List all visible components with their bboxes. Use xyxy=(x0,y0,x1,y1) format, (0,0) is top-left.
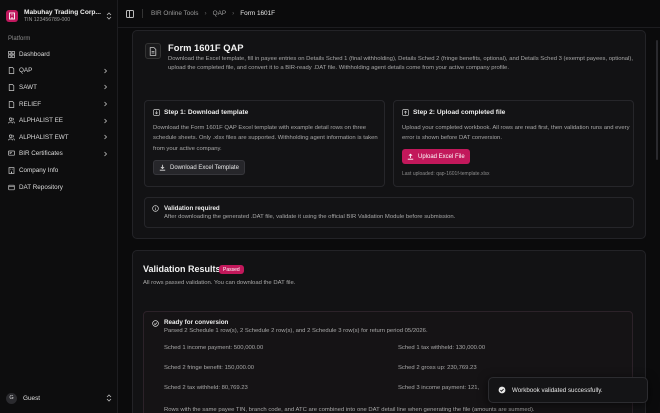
sidebar-item-label: SAWT xyxy=(19,83,37,91)
chevron-right-icon xyxy=(103,134,108,140)
sidebar-item-label: RELIEF xyxy=(19,100,42,108)
sidebar-item-alphalist-ewt[interactable]: ALPHALIST EWT xyxy=(4,129,114,146)
download-icon xyxy=(153,109,160,116)
breadcrumb-current: Form 1601F xyxy=(240,10,276,17)
stat-item: Sched 2 tax withheld: 80,769.23 xyxy=(164,385,248,391)
building-icon xyxy=(6,10,18,22)
sidebar-item-company-info[interactable]: Company Info xyxy=(4,162,114,179)
last-uploaded-text: Last uploaded: qap-1601f-template.xlsx xyxy=(402,171,490,177)
validation-required-description: After downloading the generated .DAT fil… xyxy=(164,214,456,220)
company-name: Mabuhay Trading Corp... xyxy=(24,9,101,16)
sidebar-item-label: BIR Certificates xyxy=(19,150,63,158)
toast-message: Workbook validated successfully. xyxy=(512,386,603,394)
status-badge: Passed xyxy=(219,265,244,274)
document-icon xyxy=(8,84,15,91)
company-tin: TIN 123456789-000 xyxy=(24,17,71,23)
sidebar-item-relief[interactable]: RELIEF xyxy=(4,96,114,113)
sidebar-item-sawt[interactable]: SAWT xyxy=(4,79,114,96)
chevron-updown-icon xyxy=(106,394,112,402)
stat-item: Sched 1 income payment: 500,000.00 xyxy=(164,345,264,351)
breadcrumb-separator-icon: › xyxy=(232,10,235,17)
document-icon xyxy=(8,67,15,75)
chevron-right-icon xyxy=(103,118,108,124)
sidebar-item-label: Company Info xyxy=(19,166,59,174)
sidebar-item-dat-repository[interactable]: DAT Repository xyxy=(4,179,114,196)
sidebar-toggle-icon[interactable] xyxy=(126,9,134,18)
users-icon xyxy=(8,134,15,141)
breadcrumb-item[interactable]: BIR Online Tools xyxy=(151,10,198,17)
sidebar-item-label: DAT Repository xyxy=(19,183,63,191)
scrollbar[interactable] xyxy=(656,40,658,160)
sidebar-item-alphalist-ee[interactable]: ALPHALIST EE xyxy=(4,112,114,129)
stat-item: Sched 2 gross up: 230,769.23 xyxy=(398,365,477,371)
chevron-updown-icon xyxy=(106,12,112,20)
info-icon xyxy=(152,205,159,212)
avatar: G xyxy=(6,392,17,404)
user-name: Guest xyxy=(23,394,41,402)
user-menu[interactable]: G Guest xyxy=(6,391,112,405)
sidebar: Mabuhay Trading Corp... TIN 123456789-00… xyxy=(0,0,118,413)
sidebar-item-label: Dashboard xyxy=(19,50,50,58)
stat-item: Sched 2 fringe benefit: 150,000.00 xyxy=(164,365,255,371)
download-icon xyxy=(159,164,166,171)
top-bar: BIR Online Tools › QAP › Form 1601F xyxy=(118,0,660,28)
sidebar-nav: Dashboard QAP SAWT RELIEF ALPHALIST EE A… xyxy=(4,46,114,195)
chevron-right-icon xyxy=(103,151,108,157)
ready-subtitle: Parsed 2 Schedule 1 row(s), 2 Schedule 2… xyxy=(164,328,428,334)
upload-excel-button[interactable]: Upload Excel File xyxy=(402,149,470,164)
ready-title: Ready for conversion xyxy=(164,319,229,326)
toast-notification: Workbook validated successfully. xyxy=(488,377,648,403)
step1-card: Step 1: Download template Download the F… xyxy=(144,100,385,187)
divider xyxy=(142,9,143,18)
page-description: Download the Excel template, fill in pay… xyxy=(168,56,633,71)
download-template-button[interactable]: Download Excel Template xyxy=(153,160,245,175)
upload-icon xyxy=(407,153,414,160)
step1-description: Download the Form 1601F QAP Excel templa… xyxy=(153,125,378,152)
step2-title: Step 2: Upload completed file xyxy=(413,109,506,116)
validation-required-alert: Validation required After downloading th… xyxy=(144,197,634,228)
check-circle-icon xyxy=(498,386,506,394)
page-title: Form 1601F QAP xyxy=(168,42,244,53)
upload-icon xyxy=(402,109,409,116)
footnote: Rows with the same payee TIN, branch cod… xyxy=(164,407,535,413)
sidebar-item-bir-certificates[interactable]: BIR Certificates xyxy=(4,146,114,163)
document-icon xyxy=(8,100,15,108)
sidebar-item-label: ALPHALIST EE xyxy=(19,117,63,125)
validation-results-description: All rows passed validation. You can down… xyxy=(143,280,296,286)
check-circle-icon xyxy=(152,320,159,327)
sidebar-item-label: ALPHALIST EWT xyxy=(19,133,69,141)
database-icon xyxy=(8,184,15,191)
step2-card: Step 2: Upload completed file Upload you… xyxy=(393,100,634,187)
breadcrumb-item[interactable]: QAP xyxy=(213,10,227,17)
chevron-right-icon xyxy=(103,84,108,90)
dashboard-icon xyxy=(8,50,15,58)
company-switcher[interactable]: Mabuhay Trading Corp... TIN 123456789-00… xyxy=(6,6,112,26)
stat-item: Sched 3 income payment: 121, xyxy=(398,385,480,391)
building-icon xyxy=(8,167,15,174)
validation-required-title: Validation required xyxy=(164,205,220,212)
users-icon xyxy=(8,117,15,124)
certificate-icon xyxy=(8,150,15,157)
validation-results-title: Validation Results xyxy=(143,264,221,274)
sidebar-item-label: QAP xyxy=(19,67,33,75)
step1-title: Step 1: Download template xyxy=(164,109,249,116)
section-label: Platform xyxy=(8,36,31,42)
form-card: Form 1601F QAP Download the Excel templa… xyxy=(132,30,646,239)
stat-item: Sched 1 tax withheld: 130,000.00 xyxy=(398,345,486,351)
file-icon xyxy=(145,43,161,59)
breadcrumb-separator-icon: › xyxy=(204,10,207,17)
sidebar-item-qap[interactable]: QAP xyxy=(4,63,114,80)
step2-description: Upload your completed workbook. All rows… xyxy=(402,125,630,142)
sidebar-item-dashboard[interactable]: Dashboard xyxy=(4,46,114,63)
chevron-right-icon xyxy=(103,68,108,74)
chevron-right-icon xyxy=(103,101,108,107)
download-template-label: Download Excel Template xyxy=(170,164,239,171)
upload-excel-label: Upload Excel File xyxy=(418,153,465,160)
